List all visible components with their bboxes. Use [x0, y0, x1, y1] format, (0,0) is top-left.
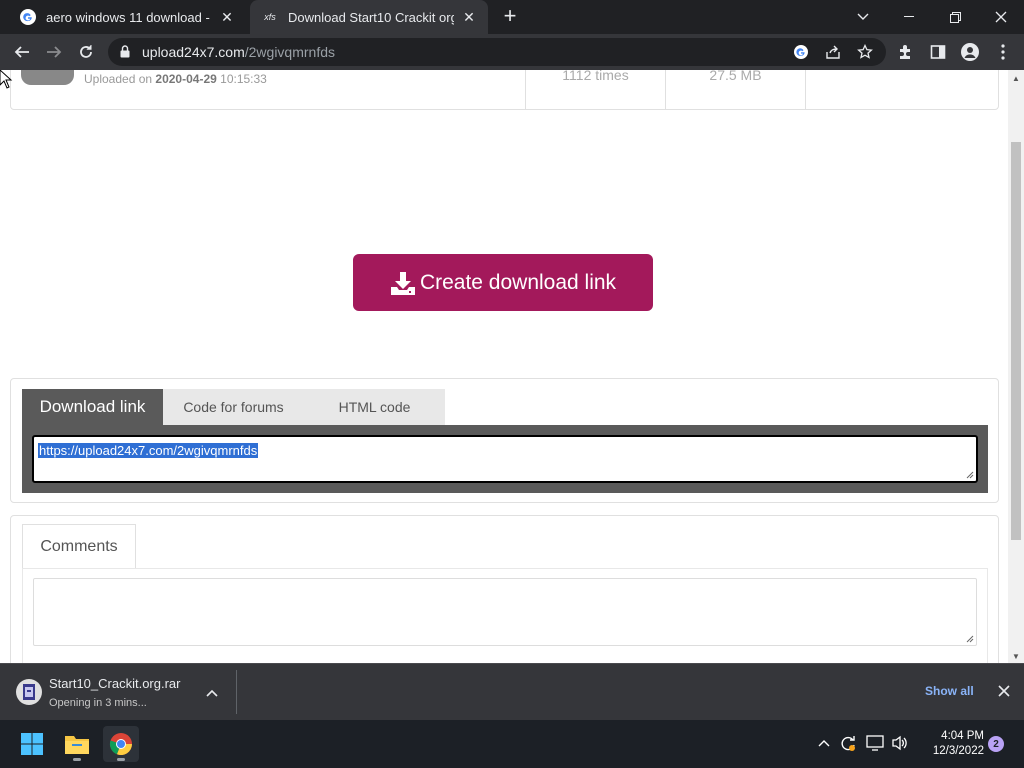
file-type-icon [21, 70, 74, 85]
comment-textarea[interactable] [33, 578, 977, 646]
windows-start-icon[interactable] [14, 726, 50, 762]
browser-toolbar: upload24x7.com/2wgivqmrnfds [0, 34, 1024, 70]
taskbar-clock[interactable]: 4:04 PM 12/3/2022 [912, 729, 984, 759]
kebab-menu-icon[interactable] [994, 43, 1012, 61]
xfs-icon: xfs [264, 12, 276, 22]
upload-date: Uploaded on 2020-04-29 10:15:33 [84, 72, 267, 86]
download-item[interactable]: Start10_Crackit.org.rar Opening in 3 min… [14, 676, 236, 710]
comments-body [22, 568, 988, 663]
comments-panel: Comments [10, 515, 999, 663]
file-size: 27.5 MB [665, 70, 805, 109]
browser-tab-active[interactable]: xfs Download Start10 Crackit org rar ✕ [250, 0, 488, 34]
close-tab-icon[interactable]: ✕ [218, 8, 236, 26]
file-info-box: Uploaded on 2020-04-29 10:15:33 1112 tim… [10, 70, 999, 110]
google-lens-icon[interactable] [792, 43, 810, 61]
mouse-cursor-icon [0, 70, 13, 89]
extensions-puzzle-icon[interactable] [897, 43, 915, 61]
resize-grip-icon[interactable] [966, 471, 974, 479]
rar-archive-icon [16, 679, 42, 705]
share-link-panel: Download link Code for forums HTML code … [10, 378, 999, 503]
volume-speaker-icon[interactable] [891, 734, 909, 752]
browser-tab-strip: aero windows 11 download - Go ✕ xfs Down… [0, 0, 1024, 34]
download-status: Opening in 3 mins... [49, 697, 147, 709]
close-tab-icon[interactable]: ✕ [460, 8, 478, 26]
running-indicator [73, 758, 81, 761]
download-count: 1112 times [525, 70, 665, 109]
sync-update-icon[interactable] [839, 734, 857, 752]
download-link-textarea[interactable]: https://upload24x7.com/2wgivqmrnfds [32, 435, 978, 483]
tab-html-code[interactable]: HTML code [304, 389, 445, 425]
profile-avatar-icon[interactable] [961, 43, 979, 61]
running-indicator [117, 758, 125, 761]
minimize-icon[interactable] [886, 0, 932, 34]
new-tab-plus-icon[interactable]: + [498, 5, 522, 29]
clock-time: 4:04 PM [941, 730, 984, 742]
side-panel-icon[interactable] [929, 43, 947, 61]
chevron-up-icon[interactable] [206, 684, 218, 702]
tab-title: Download Start10 Crackit org rar [288, 9, 454, 25]
create-download-link-label: Create download link [419, 270, 617, 294]
share-icon[interactable] [824, 43, 842, 61]
tab-code-for-forums[interactable]: Code for forums [163, 389, 304, 425]
page-viewport: Uploaded on 2020-04-29 10:15:33 1112 tim… [0, 70, 1008, 663]
link-tabs: Download link Code for forums HTML code [22, 389, 445, 425]
download-tray-icon [390, 270, 416, 296]
shelf-divider [236, 670, 237, 714]
clock-date: 12/3/2022 [932, 745, 984, 757]
link-code-container: https://upload24x7.com/2wgivqmrnfds [22, 425, 988, 493]
bookmark-star-icon[interactable] [856, 43, 874, 61]
back-arrow-icon[interactable] [8, 38, 36, 66]
network-monitor-icon[interactable] [866, 734, 884, 752]
resize-grip-icon[interactable] [966, 635, 974, 643]
lock-icon[interactable] [120, 45, 130, 63]
page-scrollbar[interactable]: ▲ ▼ [1008, 70, 1024, 663]
notification-count-badge[interactable]: 2 [988, 736, 1004, 752]
tab-search-chevron-icon[interactable] [840, 0, 886, 34]
tab-title: aero windows 11 download - Go [46, 9, 212, 25]
tab-download-link[interactable]: Download link [22, 389, 163, 425]
address-bar[interactable]: upload24x7.com/2wgivqmrnfds [108, 38, 886, 66]
restore-icon[interactable] [932, 0, 978, 34]
download-file-name: Start10_Crackit.org.rar [49, 676, 181, 691]
scroll-up-arrow-icon[interactable]: ▲ [1012, 74, 1020, 83]
browser-tab-google-search[interactable]: aero windows 11 download - Go ✕ [8, 0, 246, 34]
tray-chevron-up-icon[interactable] [815, 734, 833, 752]
url-text: upload24x7.com/2wgivqmrnfds [142, 44, 336, 60]
reload-icon[interactable] [72, 38, 100, 66]
close-window-icon[interactable] [978, 0, 1024, 34]
close-shelf-icon[interactable] [998, 684, 1010, 702]
selected-link-text: https://upload24x7.com/2wgivqmrnfds [38, 443, 259, 458]
scroll-down-arrow-icon[interactable]: ▼ [1012, 652, 1020, 661]
download-shelf: Start10_Crackit.org.rar Opening in 3 min… [0, 663, 1024, 720]
stat-divider [805, 70, 806, 109]
google-g-icon [20, 9, 36, 25]
forward-arrow-icon[interactable] [40, 38, 68, 66]
create-download-link-button[interactable]: Create download link [353, 254, 653, 311]
file-explorer-icon[interactable] [59, 726, 95, 762]
windows-taskbar: 4:04 PM 12/3/2022 2 [0, 720, 1024, 768]
chrome-taskbar-icon[interactable] [103, 726, 139, 762]
show-all-downloads-link[interactable]: Show all [925, 684, 974, 698]
scrollbar-thumb[interactable] [1011, 142, 1021, 540]
tab-comments[interactable]: Comments [22, 524, 136, 569]
